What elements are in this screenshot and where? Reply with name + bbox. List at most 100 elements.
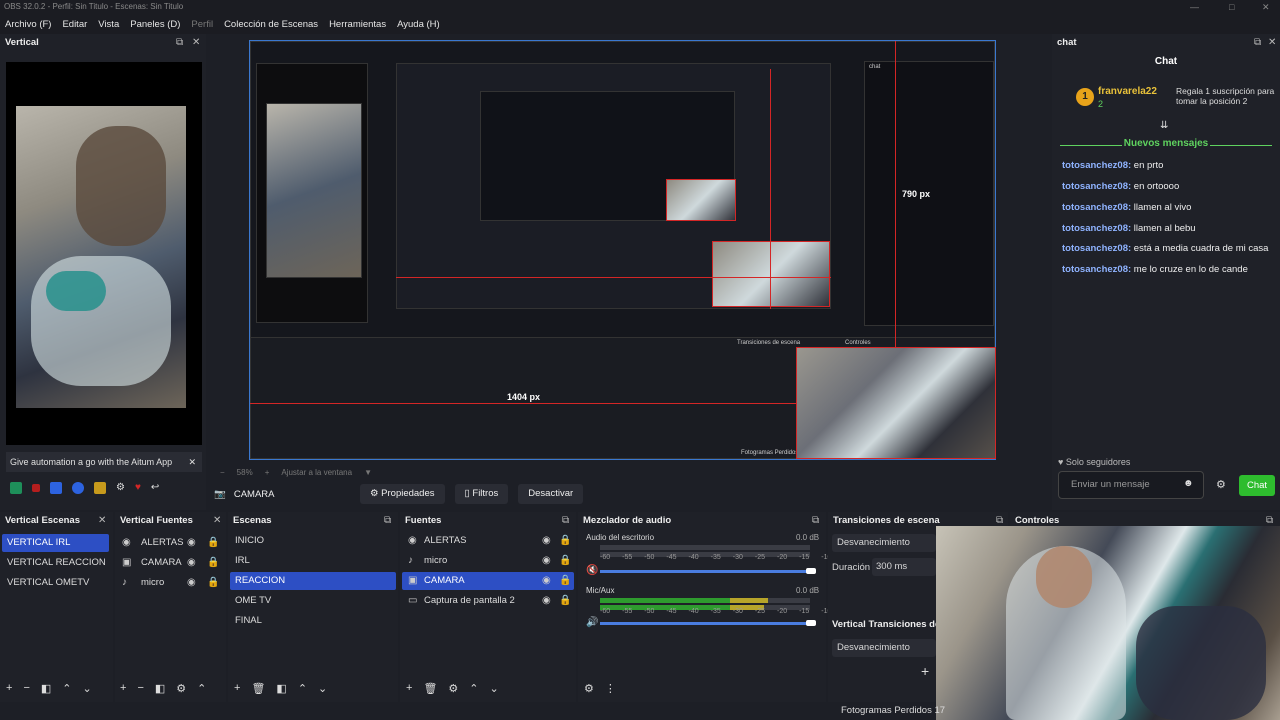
- close-window-icon[interactable]: ✕: [1262, 0, 1270, 14]
- close-icon[interactable]: ✕: [192, 34, 200, 52]
- scene-item[interactable]: REACCION: [230, 572, 396, 590]
- menu-paneles[interactable]: Paneles (D): [130, 19, 180, 30]
- properties-button[interactable]: ⚙ Propiedades: [360, 484, 445, 504]
- lock-icon[interactable]: 🔒: [207, 574, 219, 592]
- gear-icon[interactable]: ⚙: [584, 682, 594, 695]
- up-icon[interactable]: ⌃: [298, 682, 307, 695]
- source-item[interactable]: ◉ ALERTAS ◉ 🔒: [402, 532, 574, 550]
- desktop-volume-slider[interactable]: [600, 570, 810, 573]
- float-icon[interactable]: ⧉: [812, 512, 819, 530]
- vertical-preview[interactable]: [6, 62, 202, 445]
- deactivate-button[interactable]: Desactivar: [518, 484, 584, 504]
- lock-icon[interactable]: 🔒: [207, 534, 219, 552]
- aitum-banner[interactable]: Give automation a go with the Aitum App …: [6, 452, 202, 472]
- add-icon[interactable]: +: [406, 682, 412, 694]
- close-icon[interactable]: ✕: [98, 512, 106, 530]
- up-icon[interactable]: ⌃: [62, 682, 71, 695]
- selected-camera-source[interactable]: [796, 347, 996, 459]
- filter-icon[interactable]: ◧: [276, 682, 286, 695]
- fit-window-label[interactable]: Ajustar a la ventana: [281, 468, 352, 477]
- menu-archivo[interactable]: Archivo (F): [5, 19, 51, 30]
- down-icon[interactable]: ⌄: [318, 682, 327, 695]
- up-icon[interactable]: ⌃: [469, 682, 478, 695]
- menu-perfil[interactable]: Perfil: [191, 19, 213, 30]
- lock-icon[interactable]: 🔒: [559, 532, 571, 550]
- float-icon[interactable]: ⧉: [384, 512, 391, 530]
- lock-icon[interactable]: 🔒: [559, 592, 571, 610]
- scene-item[interactable]: FINAL: [230, 612, 396, 630]
- add-icon[interactable]: +: [921, 663, 929, 679]
- gear-icon[interactable]: ⚙: [1216, 478, 1226, 491]
- menu-coleccion[interactable]: Colección de Escenas: [224, 19, 318, 30]
- share-icon[interactable]: ↩: [151, 482, 159, 494]
- emoji-icon[interactable]: ☻: [1183, 478, 1194, 489]
- scene-item[interactable]: INICIO: [230, 532, 396, 550]
- more-icon[interactable]: ⋮: [605, 682, 616, 695]
- trash-icon[interactable]: 🗑: [423, 682, 437, 695]
- heart-icon[interactable]: ♥: [135, 482, 141, 494]
- float-icon[interactable]: ⧉: [176, 34, 183, 52]
- filter-icon[interactable]: ◧: [155, 682, 165, 695]
- trash-icon[interactable]: 🗑: [251, 682, 265, 695]
- scroll-down-icon[interactable]: ⇊: [1160, 120, 1168, 131]
- gear-icon[interactable]: ⚙: [116, 482, 125, 494]
- record-icon[interactable]: [10, 482, 22, 494]
- transition-select[interactable]: Desvanecimiento: [832, 534, 936, 552]
- scene-item[interactable]: IRL: [230, 552, 396, 570]
- speaker-icon[interactable]: 🔊: [586, 617, 598, 628]
- zoom-out-icon[interactable]: −: [220, 468, 225, 477]
- close-icon[interactable]: ✕: [1268, 34, 1276, 52]
- down-icon[interactable]: ⌄: [490, 682, 499, 695]
- lock-icon[interactable]: 🔒: [559, 552, 571, 570]
- refresh-icon[interactable]: [72, 482, 84, 494]
- source-item[interactable]: ▣ CAMARA ◉ 🔒: [402, 572, 574, 590]
- checkbox-icon[interactable]: [50, 482, 62, 494]
- eye-icon[interactable]: ◉: [187, 574, 196, 592]
- eye-icon[interactable]: ◉: [542, 572, 551, 590]
- scene-item[interactable]: VERTICAL IRL: [2, 534, 109, 552]
- menu-vista[interactable]: Vista: [98, 19, 119, 30]
- duration-input[interactable]: 300 ms: [872, 558, 936, 576]
- desktop-volume-knob[interactable]: [806, 568, 816, 574]
- sub-username[interactable]: franvarela22: [1098, 86, 1157, 97]
- scene-item[interactable]: VERTICAL OMETV: [2, 574, 111, 592]
- add-icon[interactable]: +: [234, 682, 240, 694]
- remove-icon[interactable]: −: [137, 682, 143, 694]
- scene-item[interactable]: OME TV: [230, 592, 396, 610]
- chat-send-button[interactable]: Chat: [1239, 475, 1275, 496]
- scene-item[interactable]: VERTICAL REACCION: [2, 554, 111, 572]
- mic-volume-slider[interactable]: [600, 622, 810, 625]
- source-item[interactable]: ▭ Captura de pantalla 2 ◉ 🔒: [402, 592, 574, 610]
- gear-icon[interactable]: ⚙: [176, 682, 186, 695]
- stop-icon[interactable]: [32, 484, 40, 492]
- remove-icon[interactable]: −: [23, 682, 29, 694]
- up-icon[interactable]: ⌃: [197, 682, 206, 695]
- screenshot-icon[interactable]: [94, 482, 106, 494]
- close-icon[interactable]: ✕: [213, 512, 221, 530]
- close-banner-icon[interactable]: ✕: [188, 452, 196, 472]
- source-item[interactable]: ♪ micro ◉ 🔒: [117, 574, 224, 592]
- maximize-icon[interactable]: □: [1229, 0, 1234, 14]
- down-icon[interactable]: ⌄: [83, 682, 92, 695]
- eye-icon[interactable]: ◉: [542, 552, 551, 570]
- vertical-transition-select[interactable]: Desvanecimiento: [832, 639, 936, 657]
- zoom-in-icon[interactable]: +: [265, 468, 270, 477]
- add-icon[interactable]: +: [120, 682, 126, 694]
- muted-speaker-icon[interactable]: 🔇: [586, 565, 598, 576]
- eye-icon[interactable]: ◉: [187, 534, 196, 552]
- menu-ayuda[interactable]: Ayuda (H): [397, 19, 440, 30]
- lock-icon[interactable]: 🔒: [207, 554, 219, 572]
- eye-icon[interactable]: ◉: [542, 592, 551, 610]
- minimize-icon[interactable]: —: [1190, 0, 1199, 14]
- source-item[interactable]: ♪ micro ◉ 🔒: [402, 552, 574, 570]
- filters-button[interactable]: ▯ Filtros: [454, 484, 509, 504]
- source-item[interactable]: ◉ ALERTAS ◉ 🔒: [117, 534, 224, 552]
- float-icon[interactable]: ⧉: [1254, 34, 1261, 52]
- chevron-down-icon[interactable]: ▼: [364, 468, 372, 477]
- gear-icon[interactable]: ⚙: [448, 682, 458, 695]
- source-item[interactable]: ▣ CAMARA ◉ 🔒: [117, 554, 224, 572]
- filter-icon[interactable]: ◧: [41, 682, 51, 695]
- add-icon[interactable]: +: [6, 682, 12, 694]
- eye-icon[interactable]: ◉: [542, 532, 551, 550]
- float-icon[interactable]: ⧉: [562, 512, 569, 530]
